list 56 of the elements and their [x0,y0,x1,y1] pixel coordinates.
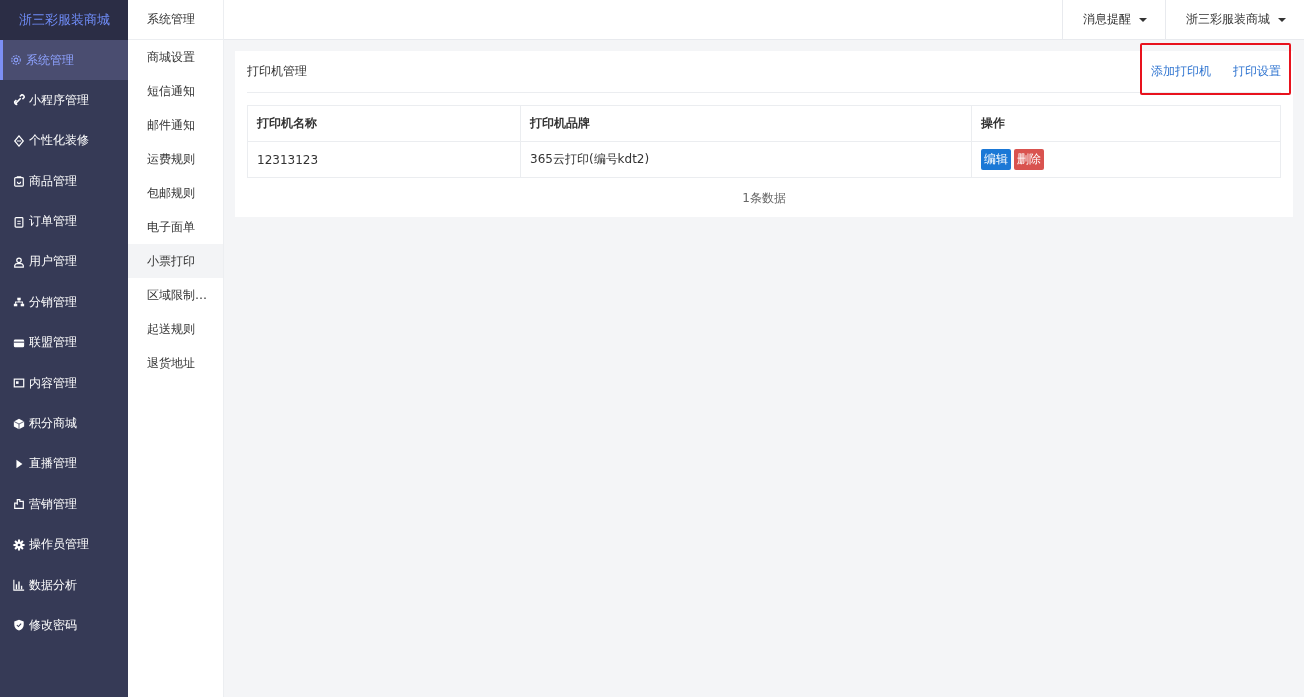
sidebar-item[interactable]: 联盟管理 [0,322,128,363]
dropdown-menu[interactable]: 浙三彩服装商城 [1165,0,1304,39]
sidebar-item[interactable]: 分销管理 [0,282,128,323]
sidebar-item[interactable]: 内容管理 [0,363,128,404]
column-header: 打印机品牌 [520,105,972,142]
submenu-item[interactable]: 起送规则 [128,312,223,346]
column-header: 打印机名称 [247,105,521,142]
caret-icon [1278,17,1286,22]
submenu-item[interactable]: 退货地址 [128,346,223,380]
sidebar-item[interactable]: 积分商城 [0,403,128,444]
table-cell: 12313123 [247,141,521,178]
bar-chart-icon [13,579,25,592]
panel-icon [13,377,25,390]
record-count: 1条数据 [741,190,787,207]
card-title: 打印机管理 [247,63,307,80]
action-link[interactable]: 打印设置 [1233,63,1281,80]
sidebar-item[interactable]: 修改密码 [0,605,128,646]
hierarchy-icon [13,296,25,309]
shield-icon [13,619,25,632]
sidebar-item[interactable]: 数据分析 [0,565,128,606]
sidebar-item[interactable]: 营销管理 [0,484,128,525]
link-icon [13,94,25,107]
edit-button[interactable]: 编辑 [981,149,1011,170]
sidebar-item[interactable]: 小程序管理 [0,80,128,121]
cube-icon [13,417,25,430]
sidebar-item[interactable]: 操作员管理 [0,524,128,565]
column-header: 操作 [971,105,1281,142]
dropdown-menu[interactable]: 消息提醒 [1062,0,1165,39]
submenu-item[interactable]: 电子面单 [128,210,223,244]
play-icon [13,457,25,470]
sidebar-item[interactable]: 个性化装修 [0,120,128,161]
submenu-item[interactable]: 包邮规则 [128,176,223,210]
submenu-item[interactable]: 小票打印 [128,244,223,278]
submenu-item[interactable]: 短信通知 [128,74,223,108]
sidebar-item[interactable]: 用户管理 [0,241,128,282]
user-icon [13,255,25,268]
bag-icon [13,175,25,188]
submenu-item[interactable]: 邮件通知 [128,108,223,142]
caret-icon [1139,17,1147,22]
gear-icon [13,538,25,551]
action-link[interactable]: 添加打印机 [1151,63,1211,80]
sidebar-item[interactable]: 直播管理 [0,443,128,484]
gear-icon [10,54,22,66]
delete-button[interactable]: 删除 [1014,149,1044,170]
brand-title: 浙三彩服装商城 [0,0,128,40]
diamond-icon [13,134,25,147]
submenu-title: 系统管理 [128,0,223,40]
clipboard-icon [13,215,25,228]
submenu-item[interactable]: 商城设置 [128,40,223,74]
sidebar-item[interactable]: 商品管理 [0,161,128,202]
submenu-item[interactable]: 区域限制… [128,278,223,312]
submenu-item[interactable]: 运费规则 [128,142,223,176]
sidebar-item[interactable]: 订单管理 [0,201,128,242]
hand-icon [13,498,25,511]
table-cell: 365云打印(编号kdt2) [520,141,972,178]
sidebar-item[interactable]: 系统管理 [0,40,128,80]
